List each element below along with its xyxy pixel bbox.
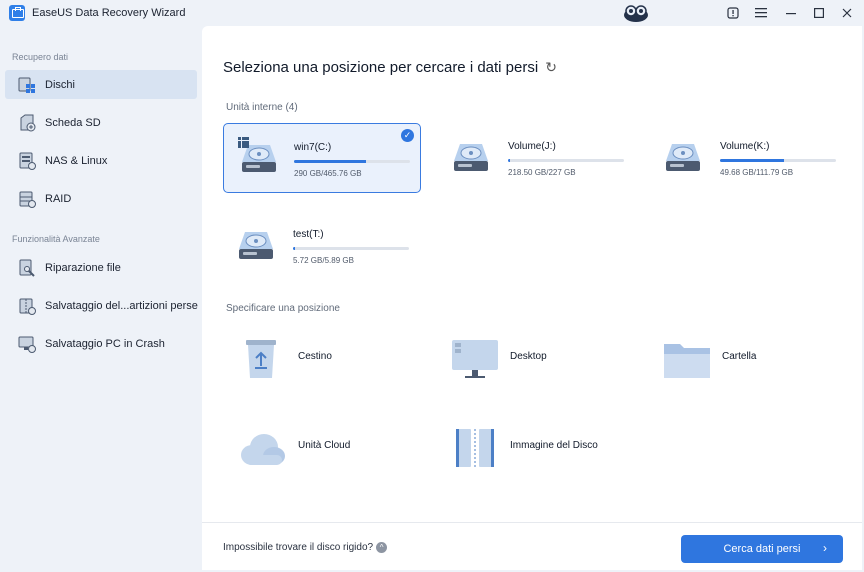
sidebar-item-lost-partition[interactable]: Salvataggio del...artizioni perse — [5, 291, 198, 320]
menu-icon[interactable] — [752, 4, 770, 22]
app-title: EaseUS Data Recovery Wizard — [32, 7, 186, 19]
sidebar-item-label: Scheda SD — [45, 116, 101, 129]
disk-usage-fill — [293, 247, 296, 250]
refresh-icon[interactable]: ↻ — [545, 59, 557, 76]
nas-icon — [17, 151, 37, 171]
sidebar-section-advanced: Funzionalità Avanzate — [12, 234, 100, 244]
app-logo-icon — [9, 5, 25, 21]
disk-size: 49.68 GB/111.79 GB — [720, 168, 794, 177]
sidebar-section-recovery: Recupero dati — [12, 52, 69, 62]
disk-usage-bar — [720, 159, 836, 162]
hard-disk-icon — [239, 232, 273, 259]
pc-crash-icon — [17, 334, 37, 354]
scan-button-label: Cerca dati persi — [723, 543, 801, 555]
sidebar-item-sd-card[interactable]: Scheda SD — [5, 108, 197, 137]
chevron-up-icon[interactable]: ^ — [376, 542, 388, 553]
hard-disk-icon — [666, 144, 700, 171]
raid-icon — [17, 189, 37, 209]
footer-bar: Impossibile trovare il disco rigido? ^ C… — [202, 522, 862, 570]
sidebar-item-label: Dischi — [45, 78, 75, 91]
sidebar-item-label: Salvataggio del...artizioni perse — [45, 299, 198, 312]
location-recycle-bin[interactable]: Cestino — [230, 334, 430, 382]
disk-usage-bar — [294, 160, 410, 163]
cant-find-disk-link[interactable]: Impossibile trovare il disco rigido? ^ — [223, 542, 388, 553]
internal-drives-label: Unità interne (4) — [226, 102, 298, 113]
check-icon: ✓ — [401, 129, 414, 142]
sidebar-item-nas[interactable]: NAS & Linux — [5, 146, 197, 175]
location-cloud[interactable]: Unità Cloud — [230, 423, 430, 471]
disk-card-t[interactable]: test(T:) 5.72 GB/5.89 GB — [223, 211, 421, 281]
sidebar-item-label: NAS & Linux — [45, 154, 108, 167]
chevron-right-icon: › — [823, 541, 827, 555]
file-repair-icon — [17, 258, 37, 278]
disk-usage-fill — [294, 160, 366, 163]
disk-name: Volume(K:) — [720, 141, 770, 152]
location-disk-image[interactable]: Immagine del Disco — [442, 423, 642, 471]
cloud-icon — [241, 434, 285, 465]
page-title-text: Seleziona una posizione per cercare i da… — [223, 59, 539, 76]
disk-usage-fill — [720, 159, 784, 162]
sidebar-item-disks[interactable]: Dischi — [5, 70, 197, 99]
hard-disk-icon — [454, 144, 488, 171]
sidebar-item-file-repair[interactable]: Riparazione file — [5, 253, 197, 282]
recycle-bin-icon — [246, 340, 276, 378]
close-icon[interactable] — [838, 4, 856, 22]
sidebar-item-label: Riparazione file — [45, 261, 121, 274]
folder-icon — [664, 344, 710, 378]
sidebar-item-label: Salvataggio PC in Crash — [45, 337, 165, 350]
title-bar: EaseUS Data Recovery Wizard — [0, 0, 864, 26]
info-icon[interactable] — [724, 4, 742, 22]
scan-button[interactable]: Cerca dati persi › — [681, 535, 843, 563]
disk-usage-fill — [508, 159, 511, 162]
desktop-icon — [452, 340, 498, 378]
disk-usage-bar — [293, 247, 409, 250]
maximize-icon[interactable] — [810, 4, 828, 22]
disk-usage-bar — [508, 159, 624, 162]
disk-size: 218.50 GB/227 GB — [508, 168, 576, 177]
disk-size: 290 GB/465.76 GB — [294, 169, 362, 178]
sidebar-item-pc-crash[interactable]: Salvataggio PC in Crash — [5, 329, 197, 358]
location-label: Cestino — [298, 351, 332, 362]
location-label: Desktop — [510, 351, 547, 362]
cant-find-disk-text: Impossibile trovare il disco rigido? — [223, 542, 374, 553]
specify-location-label: Specificare una posizione — [226, 303, 340, 314]
mascot-icon[interactable] — [621, 1, 651, 23]
disk-card-k[interactable]: Volume(K:) 49.68 GB/111.79 GB — [650, 123, 848, 193]
sd-card-icon — [17, 113, 37, 133]
disk-card-j[interactable]: Volume(J:) 218.50 GB/227 GB — [438, 123, 636, 193]
disk-card-c[interactable]: win7(C:) 290 GB/465.76 GB ✓ — [223, 123, 421, 193]
page-title: Seleziona una posizione per cercare i da… — [223, 59, 557, 76]
disk-name: win7(C:) — [294, 142, 332, 153]
disk-name: test(T:) — [293, 229, 324, 240]
sidebar: Recupero dati Dischi Scheda SD NAS & Lin… — [0, 26, 202, 572]
sidebar-item-label: RAID — [45, 192, 72, 205]
sidebar-item-raid[interactable]: RAID — [5, 184, 197, 213]
windows-disk-icon — [238, 137, 276, 172]
disk-grid-icon — [17, 75, 37, 95]
location-label: Cartella — [722, 351, 757, 362]
disk-image-icon — [456, 429, 494, 467]
disk-size: 5.72 GB/5.89 GB — [293, 256, 354, 265]
partition-icon — [17, 296, 37, 316]
minimize-icon[interactable] — [782, 4, 800, 22]
location-label: Unità Cloud — [298, 440, 351, 451]
disk-name: Volume(J:) — [508, 141, 556, 152]
location-folder[interactable]: Cartella — [654, 334, 854, 382]
location-desktop[interactable]: Desktop — [442, 334, 642, 382]
location-label: Immagine del Disco — [510, 440, 598, 451]
main-panel: Seleziona una posizione per cercare i da… — [202, 26, 862, 570]
